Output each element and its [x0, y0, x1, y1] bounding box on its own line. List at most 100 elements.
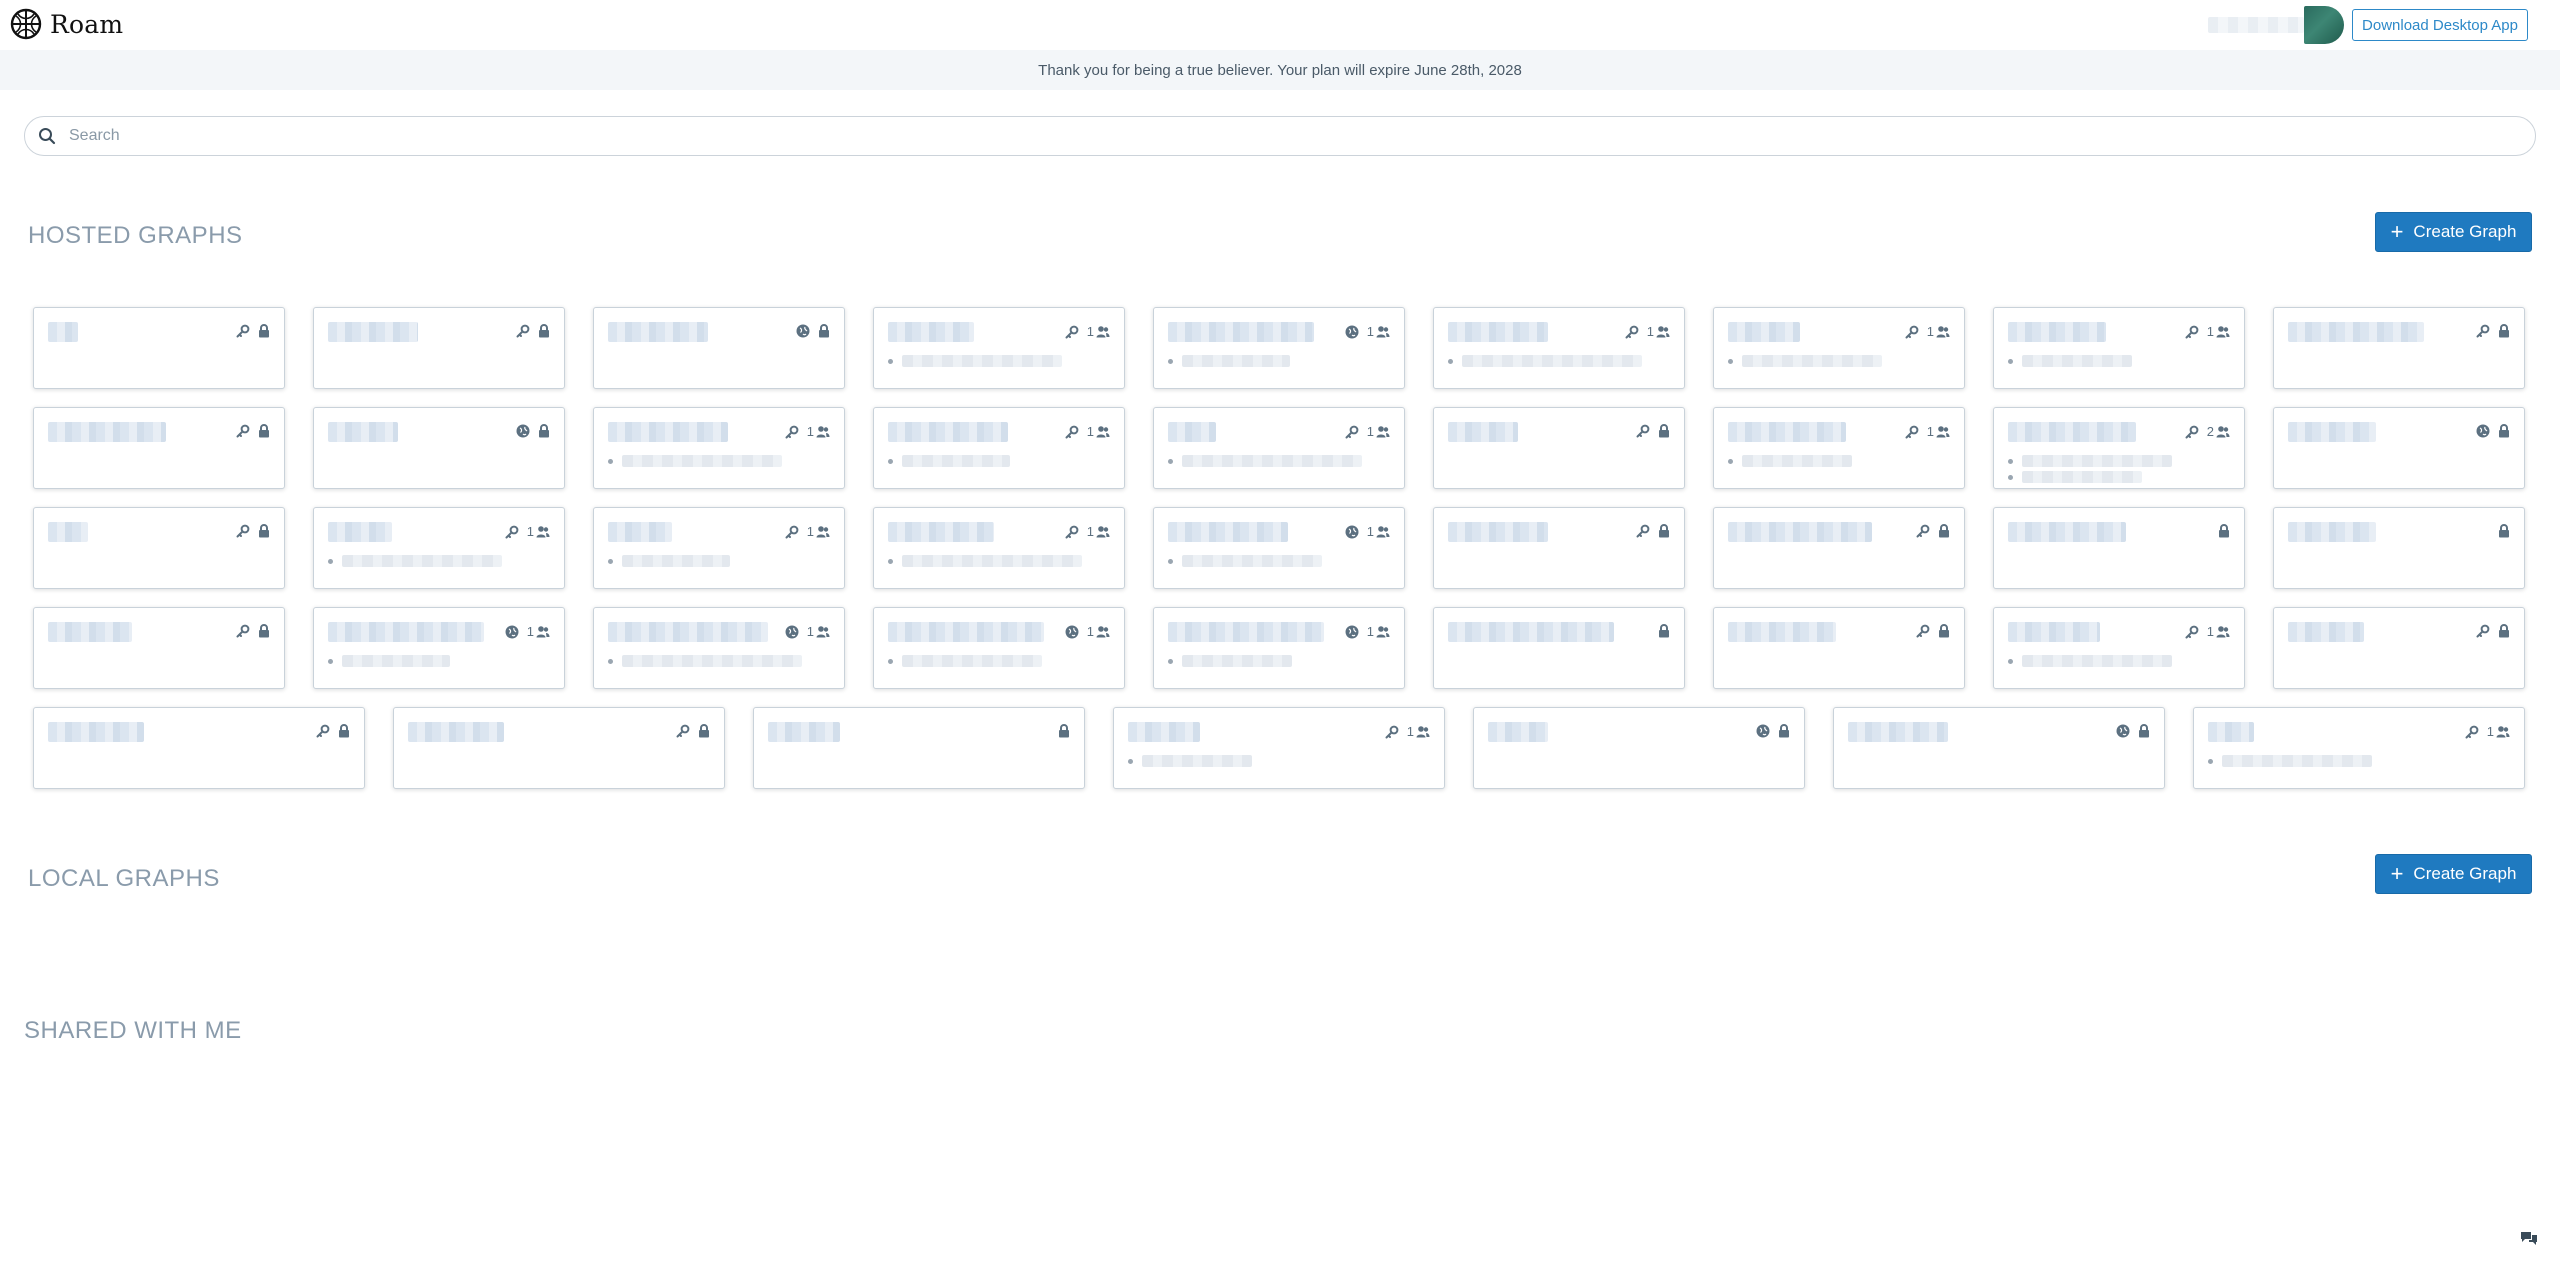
graph-name: [1448, 422, 1518, 442]
globe-icon: [1345, 325, 1359, 338]
graph-preview-text: [1742, 455, 1852, 467]
graph-preview-text: [2222, 755, 2372, 767]
graph-card[interactable]: [33, 607, 285, 689]
globe-icon: [1345, 525, 1359, 538]
chat-icon[interactable]: [2520, 1230, 2538, 1246]
bullet-icon: [328, 658, 333, 664]
graph-name: [2288, 422, 2376, 442]
graph-preview-line: [1128, 755, 1252, 767]
graph-card[interactable]: [1473, 707, 1805, 789]
graph-card[interactable]: [313, 407, 565, 489]
graph-card[interactable]: [2273, 307, 2525, 389]
graph-card[interactable]: [1433, 607, 1685, 689]
graph-card[interactable]: 1: [1153, 607, 1405, 689]
create-local-graph-button[interactable]: + Create Graph: [2375, 854, 2532, 894]
member-count-value: 1: [1086, 424, 1094, 439]
graph-name: [1168, 522, 1288, 542]
graph-card[interactable]: 2: [1993, 407, 2245, 489]
graph-card[interactable]: [2273, 407, 2525, 489]
download-desktop-app-button[interactable]: Download Desktop App: [2352, 9, 2528, 41]
graph-preview-text: [622, 455, 782, 467]
graph-card[interactable]: [33, 407, 285, 489]
user-name: [2208, 17, 2304, 33]
search-bar[interactable]: [24, 116, 2536, 156]
graph-card[interactable]: [1993, 507, 2245, 589]
graph-card[interactable]: [393, 707, 725, 789]
graph-card[interactable]: 1: [2193, 707, 2525, 789]
avatar[interactable]: [2304, 6, 2344, 44]
bullet-icon: [608, 658, 613, 664]
people-icon: [536, 526, 550, 538]
graph-status-icons: [236, 624, 270, 638]
graph-card[interactable]: 1: [1993, 607, 2245, 689]
graph-card[interactable]: [33, 307, 285, 389]
lock-icon: [819, 324, 829, 338]
graph-status-icons: 1: [785, 424, 830, 439]
graph-status-icons: [2476, 324, 2510, 338]
key-icon: [236, 624, 250, 638]
graph-name: [608, 622, 768, 642]
lock-icon: [1659, 524, 1669, 538]
graph-card[interactable]: [753, 707, 1085, 789]
graph-card[interactable]: 1: [873, 407, 1125, 489]
graph-card[interactable]: 1: [1713, 307, 1965, 389]
graph-name: [2008, 522, 2126, 542]
lock-icon: [2499, 624, 2509, 638]
graph-name: [408, 722, 504, 742]
graph-status-icons: [1916, 524, 1950, 538]
member-count-value: 1: [2486, 724, 2494, 739]
graph-card[interactable]: [593, 307, 845, 389]
graph-card[interactable]: 1: [313, 507, 565, 589]
graph-card[interactable]: 1: [1153, 507, 1405, 589]
graph-card[interactable]: 1: [1993, 307, 2245, 389]
graph-name: [888, 322, 974, 342]
bullet-icon: [888, 558, 893, 564]
graph-card[interactable]: [1433, 507, 1685, 589]
graph-card[interactable]: 1: [593, 407, 845, 489]
graph-card[interactable]: 1: [1433, 307, 1685, 389]
graph-status-icons: 1: [2185, 324, 2230, 339]
graph-card[interactable]: 1: [593, 607, 845, 689]
graph-card[interactable]: [1713, 607, 1965, 689]
member-count: 1: [1927, 424, 1950, 439]
graph-card[interactable]: [1713, 507, 1965, 589]
graph-card[interactable]: [33, 507, 285, 589]
graph-card[interactable]: 1: [873, 507, 1125, 589]
graph-card[interactable]: 1: [593, 507, 845, 589]
member-count: 1: [1367, 324, 1390, 339]
graph-name: [2008, 322, 2106, 342]
key-icon: [2465, 725, 2479, 738]
graph-name: [888, 622, 1044, 642]
graph-preview-text: [1182, 555, 1322, 567]
graph-card[interactable]: 1: [873, 307, 1125, 389]
key-icon: [2185, 325, 2199, 338]
create-hosted-graph-button[interactable]: + Create Graph: [2375, 212, 2532, 252]
bullet-icon: [608, 458, 613, 464]
graph-status-icons: 1: [505, 524, 550, 539]
graph-card[interactable]: [1433, 407, 1685, 489]
search-input[interactable]: [69, 127, 2469, 145]
graph-card[interactable]: [1833, 707, 2165, 789]
graph-card[interactable]: 1: [313, 607, 565, 689]
graph-preview-text: [1182, 355, 1290, 367]
graph-card[interactable]: 1: [873, 607, 1125, 689]
graph-card[interactable]: 1: [1713, 407, 1965, 489]
roam-logo[interactable]: Roam: [10, 8, 123, 40]
graph-card[interactable]: [2273, 607, 2525, 689]
graph-preview-text: [2022, 655, 2172, 667]
key-icon: [785, 425, 799, 438]
graph-card[interactable]: 1: [1113, 707, 1445, 789]
people-icon: [1376, 626, 1390, 638]
graph-card[interactable]: 1: [1153, 307, 1405, 389]
hosted-graphs-title: HOSTED GRAPHS: [28, 222, 243, 249]
globe-icon: [516, 424, 530, 438]
graph-card[interactable]: [2273, 507, 2525, 589]
search-icon: [39, 128, 56, 145]
graph-card[interactable]: [33, 707, 365, 789]
graph-status-icons: 1: [785, 624, 830, 639]
graph-card[interactable]: [313, 307, 565, 389]
graph-card[interactable]: 1: [1153, 407, 1405, 489]
lock-icon: [2139, 724, 2149, 738]
graph-name: [1168, 322, 1314, 342]
graph-preview-text: [622, 555, 730, 567]
